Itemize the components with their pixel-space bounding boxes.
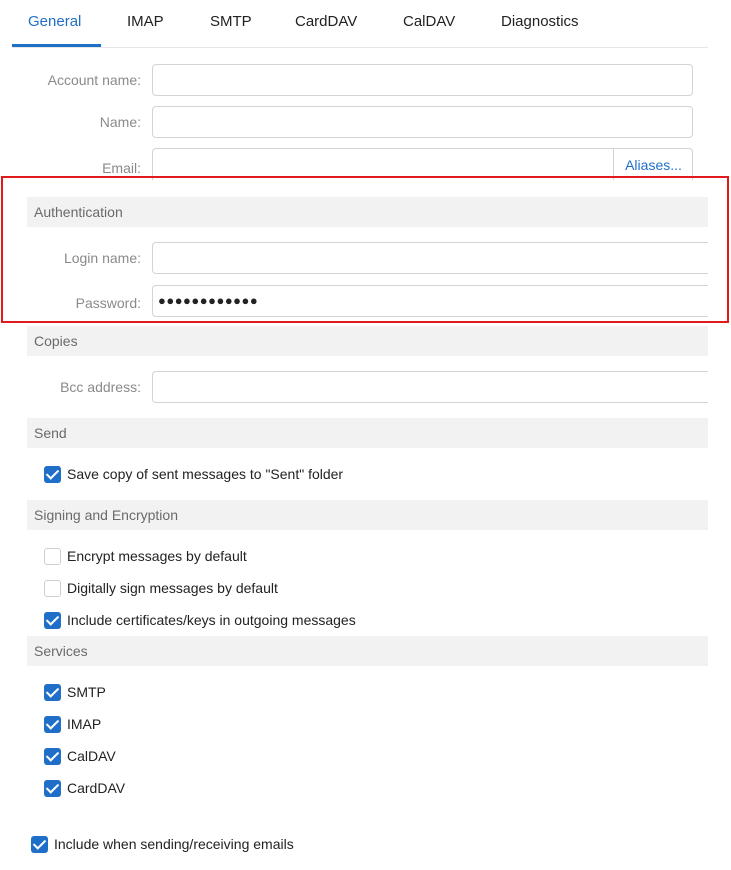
login-name-label: Login name:: [63, 250, 141, 266]
name-label: Name:: [99, 114, 141, 130]
password-label: Password:: [75, 295, 141, 311]
include-sending-checkbox-row[interactable]: Include when sending/receiving emails: [31, 834, 294, 854]
checkbox-checked-icon[interactable]: [44, 683, 61, 701]
carddav-checkbox-row[interactable]: CardDAV: [44, 778, 125, 798]
section-services: Services: [27, 636, 708, 666]
name-input[interactable]: [152, 106, 693, 138]
save-copy-label: Save copy of sent messages to "Sent" fol…: [67, 466, 344, 482]
tab-general[interactable]: General: [28, 0, 81, 48]
account-name-label: Account name:: [47, 72, 141, 88]
password-masked-value: ●●●●●●●●●●●●: [158, 293, 259, 308]
checkbox-checked-icon[interactable]: [44, 779, 61, 797]
tab-caldav[interactable]: CalDAV: [403, 0, 455, 48]
checkbox-unchecked-icon[interactable]: [44, 547, 61, 565]
save-copy-checkbox-row[interactable]: Save copy of sent messages to "Sent" fol…: [44, 464, 343, 484]
sign-checkbox-row[interactable]: Digitally sign messages by default: [44, 578, 278, 598]
encrypt-checkbox-row[interactable]: Encrypt messages by default: [44, 546, 247, 566]
bcc-address-label: Bcc address:: [60, 379, 141, 395]
bcc-address-input[interactable]: [152, 371, 708, 403]
include-certs-label: Include certificates/keys in outgoing me…: [67, 612, 356, 628]
caldav-label: CalDAV: [67, 748, 116, 764]
account-name-input[interactable]: [152, 64, 693, 96]
caldav-checkbox-row[interactable]: CalDAV: [44, 746, 116, 766]
tab-imap[interactable]: IMAP: [127, 0, 164, 48]
section-signing-encryption: Signing and Encryption: [27, 500, 708, 530]
smtp-label: SMTP: [67, 684, 106, 700]
include-sending-label: Include when sending/receiving emails: [54, 836, 294, 852]
checkbox-unchecked-icon[interactable]: [44, 579, 61, 597]
active-tab-indicator: [12, 44, 101, 47]
section-copies: Copies: [27, 326, 708, 356]
login-name-input[interactable]: [152, 242, 708, 274]
sign-label: Digitally sign messages by default: [67, 580, 278, 596]
tab-smtp[interactable]: SMTP: [210, 0, 252, 48]
section-send: Send: [27, 418, 708, 448]
carddav-label: CardDAV: [67, 780, 126, 796]
section-authentication: Authentication: [27, 197, 708, 227]
checkbox-checked-icon[interactable]: [44, 611, 61, 629]
checkbox-checked-icon[interactable]: [44, 715, 61, 733]
checkbox-checked-icon[interactable]: [44, 747, 61, 765]
encrypt-label: Encrypt messages by default: [67, 548, 247, 564]
smtp-checkbox-row[interactable]: SMTP: [44, 682, 106, 702]
imap-checkbox-row[interactable]: IMAP: [44, 714, 101, 734]
email-input[interactable]: [152, 148, 693, 180]
tab-bar: General IMAP SMTP CardDAV CalDAV Diagnos…: [12, 0, 708, 48]
include-certs-checkbox-row[interactable]: Include certificates/keys in outgoing me…: [44, 610, 356, 630]
tab-carddav[interactable]: CardDAV: [295, 0, 357, 48]
email-label: Email:: [102, 160, 141, 176]
checkbox-checked-icon[interactable]: [44, 465, 61, 483]
aliases-button[interactable]: Aliases...: [613, 148, 693, 180]
imap-label: IMAP: [67, 716, 102, 732]
checkbox-checked-icon[interactable]: [31, 835, 48, 853]
tab-diagnostics[interactable]: Diagnostics: [501, 0, 579, 48]
